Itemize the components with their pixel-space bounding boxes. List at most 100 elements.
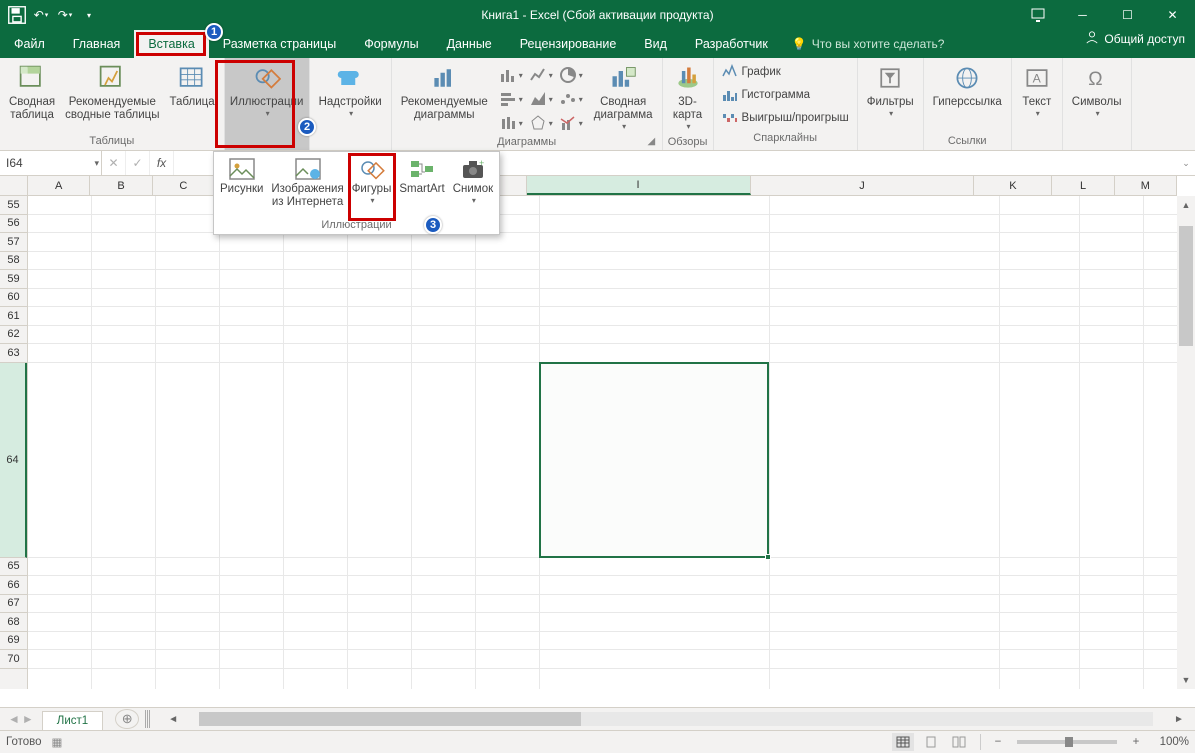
row-header-65[interactable]: 65	[0, 558, 27, 577]
screenshot-button[interactable]: + Снимок ▾	[449, 154, 497, 217]
row-header-64[interactable]: 64	[0, 363, 27, 558]
row-header-69[interactable]: 69	[0, 632, 27, 651]
row-header-58[interactable]: 58	[0, 252, 27, 271]
recommended-pivot-button[interactable]: Рекомендуемые сводные таблицы	[60, 60, 164, 124]
pictures-button[interactable]: Рисунки	[216, 154, 267, 217]
row-header-59[interactable]: 59	[0, 270, 27, 289]
text-button[interactable]: A Текст▾	[1016, 60, 1058, 120]
illustrations-dropdown-button[interactable]: Иллюстрации ▾	[229, 60, 305, 120]
view-pagelayout-button[interactable]	[920, 733, 942, 751]
redo-button[interactable]: ↷▾	[54, 4, 76, 26]
col-header-K[interactable]: K	[974, 176, 1052, 195]
tab-developer[interactable]: Разработчик	[681, 30, 782, 58]
col-header-L[interactable]: L	[1052, 176, 1114, 195]
zoom-out-button[interactable]: −	[991, 736, 1005, 748]
scroll-down-button[interactable]: ▼	[1177, 671, 1195, 689]
chart-combo-button[interactable]: ▾	[557, 112, 585, 134]
col-header-I[interactable]: I	[527, 176, 751, 195]
add-sheet-button[interactable]: ⊕	[115, 709, 139, 729]
share-button[interactable]: Общий доступ	[1085, 30, 1185, 47]
chart-pie-button[interactable]: ▾	[557, 64, 585, 86]
sparkline-column-button[interactable]: Гистограмма	[718, 86, 853, 104]
row-header-60[interactable]: 60	[0, 289, 27, 308]
save-button[interactable]	[6, 4, 28, 26]
sheet-tab-1[interactable]: Лист1	[42, 711, 103, 730]
chart-area-button[interactable]: ▾	[527, 88, 555, 110]
recommended-charts-button[interactable]: Рекомендуемые диаграммы	[396, 60, 493, 124]
symbols-button[interactable]: Ω Символы▾	[1067, 60, 1127, 120]
fx-button[interactable]: fx	[150, 151, 174, 175]
row-header-57[interactable]: 57	[0, 233, 27, 252]
pivot-chart-button[interactable]: Сводная диаграмма▾	[589, 60, 658, 134]
col-header-A[interactable]: A	[28, 176, 90, 195]
tab-file[interactable]: Файл	[0, 30, 59, 58]
tab-insert[interactable]: Вставка	[134, 30, 208, 58]
row-header-68[interactable]: 68	[0, 613, 27, 632]
vertical-scrollbar[interactable]: ▲ ▼	[1177, 196, 1195, 689]
horizontal-scrollbar[interactable]: ◄ ►	[165, 712, 1187, 726]
row-header-55[interactable]: 55	[0, 196, 27, 215]
ribbon-options-button[interactable]	[1015, 0, 1060, 30]
scroll-up-button[interactable]: ▲	[1177, 196, 1195, 214]
chart-column-button[interactable]: ▾	[497, 64, 525, 86]
name-box[interactable]: I64 ▾	[0, 151, 102, 175]
expand-formula-bar[interactable]: ⌄	[1177, 151, 1195, 175]
tab-review[interactable]: Рецензирование	[506, 30, 631, 58]
online-pictures-button[interactable]: Изображения из Интернета	[267, 154, 347, 217]
chart-radar-button[interactable]: ▾	[527, 112, 555, 134]
zoom-slider[interactable]	[1017, 740, 1117, 744]
chart-stock-button[interactable]: ▾	[497, 112, 525, 134]
tab-data[interactable]: Данные	[433, 30, 506, 58]
row-header-61[interactable]: 61	[0, 307, 27, 326]
tab-formulas[interactable]: Формулы	[350, 30, 432, 58]
scroll-left-button[interactable]: ◄	[165, 714, 181, 725]
enter-formula-button[interactable]: ✓	[126, 151, 150, 175]
sparkline-line-button[interactable]: График	[718, 63, 853, 81]
macro-record-icon[interactable]: ▦	[52, 735, 63, 749]
select-all-cells[interactable]	[0, 176, 28, 196]
zoom-in-button[interactable]: +	[1129, 736, 1143, 748]
tell-me-search[interactable]: 💡 Что вы хотите сделать?	[782, 30, 955, 58]
zoom-thumb[interactable]	[1065, 737, 1073, 747]
3d-map-button[interactable]: 3D- карта▾	[667, 60, 709, 134]
row-header-63[interactable]: 63	[0, 344, 27, 363]
cells-area[interactable]	[28, 196, 1177, 689]
qat-customize[interactable]: ▾	[78, 4, 100, 26]
row-header-56[interactable]: 56	[0, 215, 27, 234]
tab-view[interactable]: Вид	[630, 30, 681, 58]
tab-home[interactable]: Главная	[59, 30, 135, 58]
col-header-C[interactable]: C	[153, 176, 215, 195]
maximize-button[interactable]: ☐	[1105, 0, 1150, 30]
col-header-J[interactable]: J	[751, 176, 975, 195]
row-header-67[interactable]: 67	[0, 595, 27, 614]
close-button[interactable]: ✕	[1150, 0, 1195, 30]
col-header-M[interactable]: M	[1115, 176, 1177, 195]
filters-button[interactable]: Фильтры▾	[862, 60, 919, 120]
view-pagebreak-button[interactable]	[948, 733, 970, 751]
undo-button[interactable]: ↶▾	[30, 4, 52, 26]
chart-bar-button[interactable]: ▾	[497, 88, 525, 110]
sparkline-winloss-button[interactable]: Выигрыш/проигрыш	[718, 109, 853, 127]
tab-nav[interactable]: ◄►	[0, 712, 42, 726]
addins-button[interactable]: Надстройки ▾	[314, 60, 387, 120]
fill-handle[interactable]	[765, 554, 771, 560]
scroll-right-button[interactable]: ►	[1171, 714, 1187, 725]
shapes-button[interactable]: Фигуры ▾	[348, 154, 396, 217]
zoom-level[interactable]: 100%	[1149, 736, 1189, 748]
hscroll-thumb[interactable]	[199, 712, 581, 726]
table-button[interactable]: Таблица	[165, 60, 220, 111]
vscroll-thumb[interactable]	[1179, 226, 1193, 346]
charts-dialog-launcher[interactable]: ◢	[648, 136, 660, 148]
chart-line-button[interactable]: ▾	[527, 64, 555, 86]
view-normal-button[interactable]	[892, 733, 914, 751]
row-header-66[interactable]: 66	[0, 576, 27, 595]
tab-split-handle[interactable]	[145, 710, 151, 728]
smartart-button[interactable]: SmartArt	[395, 154, 448, 217]
hyperlink-button[interactable]: Гиперссылка	[928, 60, 1007, 111]
tab-pagelayout[interactable]: Разметка страницы	[209, 30, 350, 58]
pivot-table-button[interactable]: Сводная таблица	[4, 60, 60, 124]
row-header-62[interactable]: 62	[0, 326, 27, 345]
cancel-formula-button[interactable]: ✕	[102, 151, 126, 175]
col-header-B[interactable]: B	[90, 176, 152, 195]
minimize-button[interactable]: ─	[1060, 0, 1105, 30]
